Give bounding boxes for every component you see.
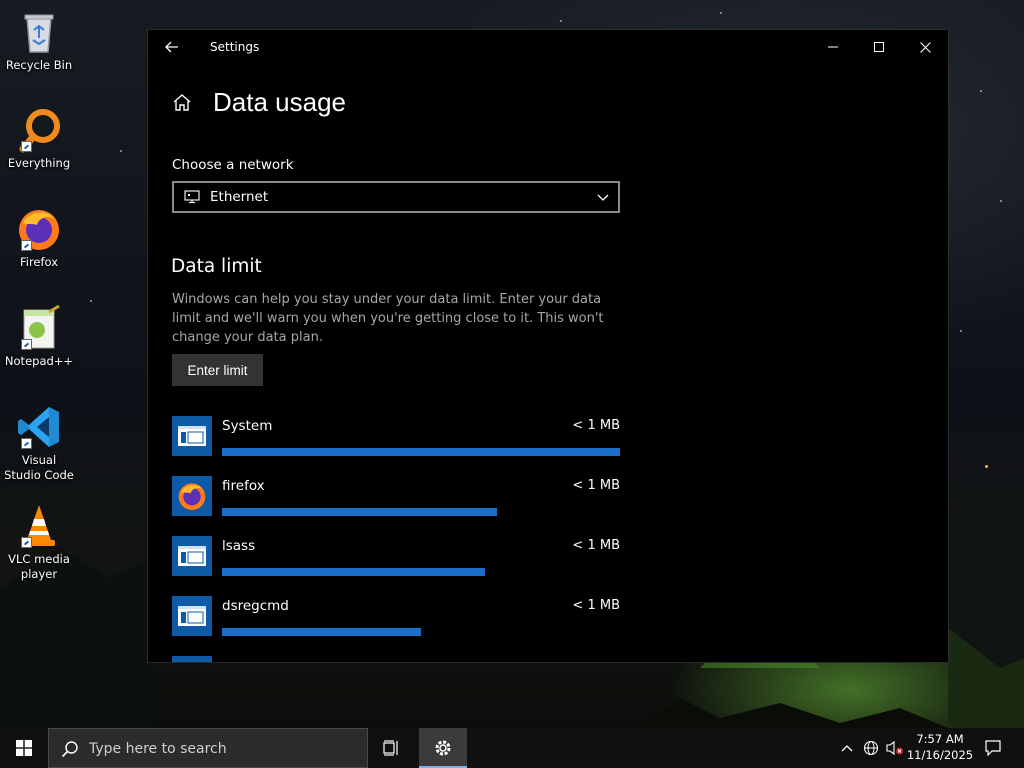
firefox-icon [172,476,212,516]
taskbar-clock[interactable]: 7:57 AM 11/16/2025 [905,731,975,763]
title-bar[interactable]: Settings [148,30,948,64]
desktop-icon-label: Firefox [19,255,59,269]
ethernet-icon [184,190,200,204]
desktop-icon-vlc[interactable]: VLC media player [4,502,74,582]
close-icon [919,41,931,53]
notification-icon [985,740,1001,756]
gear-icon [435,740,451,756]
network-dropdown-value: Ethernet [210,189,269,205]
desktop-icon-notepad-plus-plus[interactable]: Notepad++ [4,304,74,369]
shortcut-arrow-icon [21,240,32,251]
start-button[interactable] [0,728,48,768]
recycle-bin-icon [15,8,63,56]
app-name: lsass [222,538,256,554]
show-hidden-icons-button[interactable] [838,728,856,768]
app-usage-row-partial [172,656,620,662]
data-limit-heading: Data limit [171,256,262,277]
taskbar: Type here to search 7:57 AM 11/16/2025 [0,728,1024,768]
app-name: dsregcmd [222,598,289,614]
app-usage-bar [222,628,421,636]
close-button[interactable] [902,30,948,64]
everything-icon [15,106,63,154]
globe-network-icon [863,740,879,756]
windows-logo-icon [16,740,32,756]
data-limit-description: Windows can help you stay under your dat… [172,292,604,345]
app-usage-row: System < 1 MB [172,416,620,460]
app-usage-value: < 1 MB [572,478,620,493]
task-view-button[interactable] [372,728,412,768]
notepad-plus-plus-icon [15,304,63,352]
network-dropdown[interactable]: Ethernet [172,181,620,213]
system-app-icon [172,536,212,576]
shortcut-arrow-icon [21,141,32,152]
desktop-icon-label: Everything [7,156,71,170]
vscode-icon [15,403,63,451]
desktop-icon-label: VLC media player [8,552,70,581]
minimize-button[interactable] [810,30,856,64]
network-label: Choose a network [172,157,294,173]
enter-limit-button[interactable]: Enter limit [172,354,263,386]
desktop-icon-vscode[interactable]: Visual Studio Code [4,403,74,483]
app-usage-bar [222,568,485,576]
clock-date: 11/16/2025 [906,748,974,762]
app-name: firefox [222,478,265,494]
taskbar-settings-app[interactable] [419,728,467,768]
volume-tray-button[interactable] [884,728,906,768]
app-usage-bar [222,508,497,516]
maximize-icon [874,42,884,52]
shortcut-arrow-icon [21,438,32,449]
system-app-icon [172,416,212,456]
desktop-icon-label: Notepad++ [4,354,74,368]
app-usage-row: firefox < 1 MB [172,476,620,520]
chevron-down-icon [597,194,609,201]
app-usage-value: < 1 MB [572,538,620,553]
app-usage-value: < 1 MB [572,598,620,613]
system-app-icon [172,656,212,662]
search-placeholder: Type here to search [89,741,227,757]
desktop-icon-everything[interactable]: Everything [4,106,74,171]
back-arrow-icon [165,41,178,53]
volume-muted-icon [886,740,903,756]
maximize-button[interactable] [856,30,902,64]
page-title: Data usage [213,87,346,117]
settings-window: Settings Data usage Choose a network Eth… [147,29,949,663]
system-app-icon [172,596,212,636]
app-usage-bar [222,448,620,456]
shortcut-arrow-icon [21,537,32,548]
home-icon[interactable] [172,93,192,113]
taskbar-search-box[interactable]: Type here to search [48,728,368,768]
action-center-button[interactable] [978,728,1008,768]
app-usage-row: lsass < 1 MB [172,536,620,580]
network-tray-button[interactable] [860,728,882,768]
search-icon [61,741,78,758]
vlc-icon [15,502,63,550]
shortcut-arrow-icon [21,339,32,350]
app-usage-row: dsregcmd < 1 MB [172,596,620,640]
firefox-icon [15,205,63,253]
chevron-up-icon [841,745,853,752]
clock-time: 7:57 AM [916,732,964,746]
desktop-icon-firefox[interactable]: Firefox [4,205,74,270]
minimize-icon [828,46,838,48]
back-button[interactable] [156,34,188,60]
task-view-icon [383,740,398,756]
desktop-icon-label: Visual Studio Code [4,453,74,482]
desktop-icon-label: Recycle Bin [5,58,73,72]
app-name: System [222,418,273,434]
window-title: Settings [210,40,260,54]
app-usage-value: < 1 MB [572,418,620,433]
desktop-icon-recycle-bin[interactable]: Recycle Bin [4,8,74,73]
